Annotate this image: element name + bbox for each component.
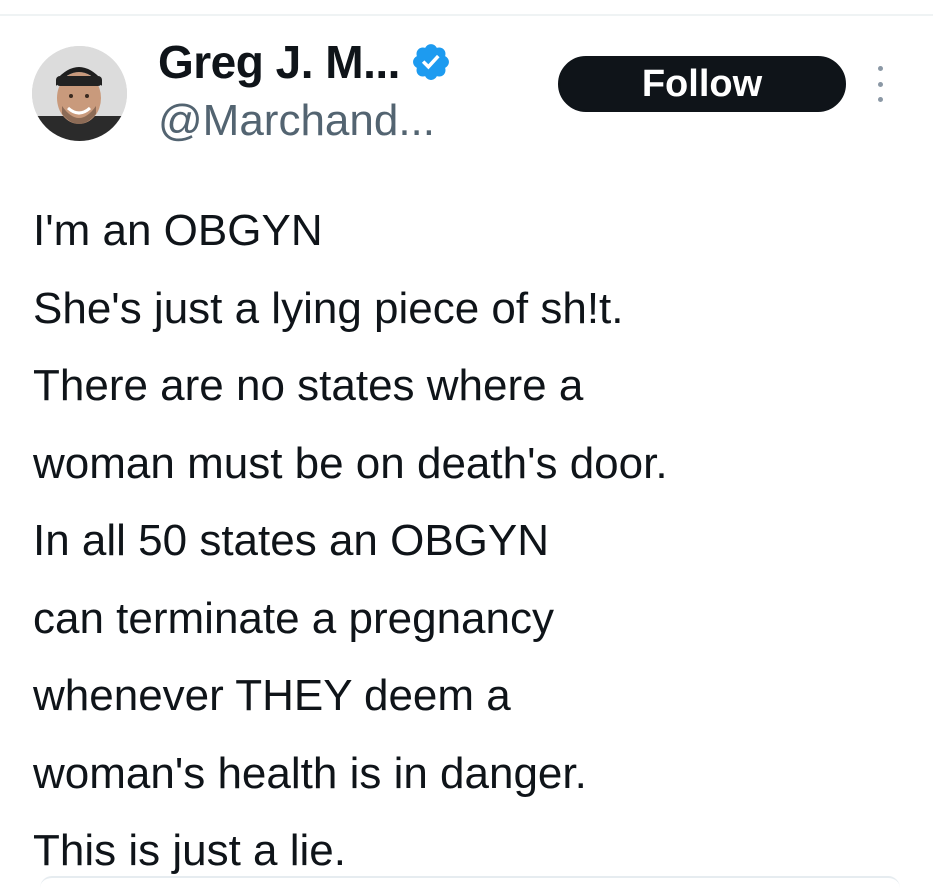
more-dot — [877, 66, 883, 71]
avatar[interactable] — [32, 46, 127, 141]
more-dot — [877, 81, 883, 87]
tweet-line: There are no states where a — [33, 361, 584, 410]
follow-button[interactable]: Follow — [558, 56, 846, 112]
bottom-card-edge — [40, 876, 900, 890]
tweet-line: woman's health is in danger. — [33, 748, 587, 798]
avatar-image — [32, 46, 127, 141]
top-divider — [0, 14, 933, 16]
more-options-icon[interactable] — [872, 66, 888, 102]
tweet-line: woman must be on death's door. — [33, 438, 668, 488]
tweet-line: In all 50 states an OBGYN — [33, 516, 550, 565]
more-dot — [877, 97, 883, 102]
tweet-line: can terminate a pregnancy — [33, 593, 554, 643]
display-name-row: Greg J. M... — [158, 34, 452, 90]
verified-badge-icon — [410, 41, 452, 83]
tweet-line: whenever THEY deem a — [33, 671, 511, 720]
tweet-line: She's just a lying piece of sh!t. — [33, 283, 624, 333]
tweet-text: I'm an OBGYN She's just a lying piece of… — [33, 192, 913, 890]
display-name[interactable]: Greg J. M... — [158, 35, 400, 89]
user-handle[interactable]: @Marchand... — [158, 96, 435, 146]
tweet-line: I'm an OBGYN — [33, 206, 323, 255]
